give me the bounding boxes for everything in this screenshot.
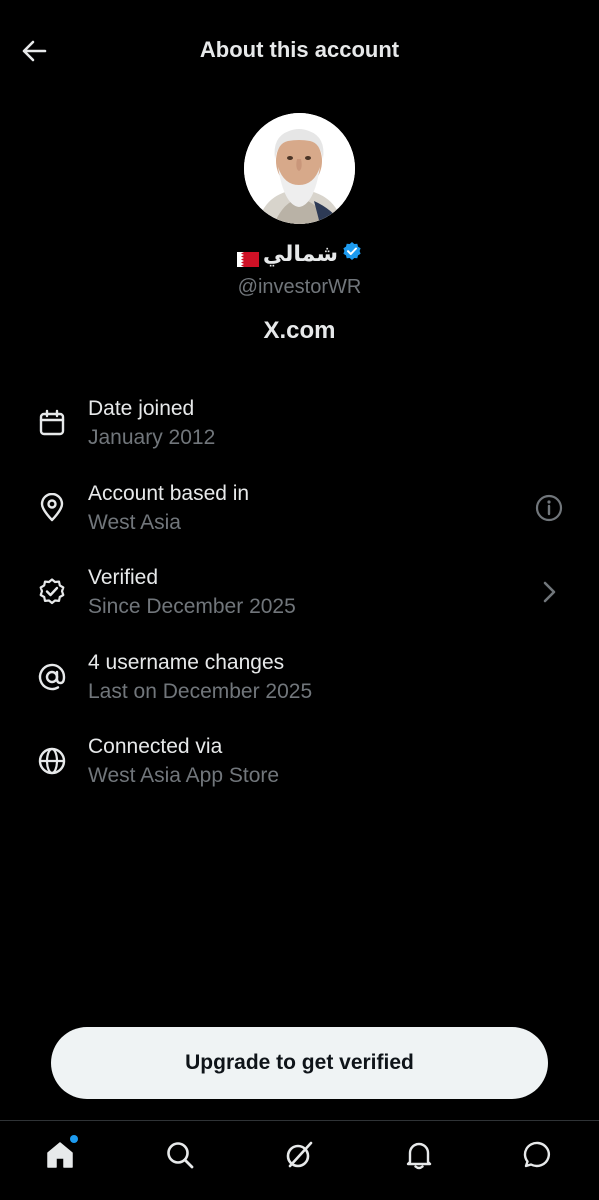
info-value: January 2012 (88, 426, 216, 449)
notification-dot (70, 1135, 78, 1143)
bahrain-flag-icon (236, 247, 259, 267)
avatar-image (244, 113, 355, 224)
info-value: Since December 2025 (88, 595, 296, 618)
info-value: West Asia (88, 511, 181, 534)
info-row-account-based-in: Account based in West Asia (0, 480, 599, 560)
tab-grok[interactable] (279, 1135, 319, 1175)
info-row-date-joined: Date joined January 2012 (0, 395, 599, 475)
domain-label: X.com (263, 317, 336, 344)
header: About this account (0, 0, 599, 104)
verified-check-icon[interactable] (342, 241, 362, 267)
account-handle: @investorWR (237, 276, 362, 298)
info-row-verified[interactable]: Verified Since December 2025 (0, 564, 599, 644)
tab-home[interactable] (40, 1135, 80, 1175)
display-name: شمالي (262, 241, 339, 266)
tab-messages[interactable] (518, 1135, 558, 1175)
info-value: West Asia App Store (88, 764, 280, 787)
info-label: 4 username changes (88, 651, 285, 674)
location-pin-icon (34, 490, 70, 526)
upgrade-to-get-verified-button[interactable]: Upgrade to get verified (51, 1027, 548, 1099)
avatar[interactable] (244, 113, 355, 224)
display-name-row: شمالي (0, 241, 599, 267)
info-row-connected-via: Connected via West Asia App Store (0, 733, 599, 813)
info-value: Last on December 2025 (88, 680, 313, 703)
messages-icon[interactable] (522, 1139, 554, 1171)
info-label: Connected via (88, 735, 223, 758)
bottom-tab-bar (0, 1120, 599, 1200)
calendar-icon (34, 405, 70, 441)
info-label: Date joined (88, 397, 195, 420)
info-icon[interactable] (533, 492, 565, 524)
grok-icon[interactable] (283, 1139, 315, 1171)
page-title: About this account (199, 37, 400, 62)
verified-seal-icon (34, 574, 70, 610)
tab-search[interactable] (160, 1135, 200, 1175)
notifications-bell-icon[interactable] (403, 1139, 435, 1171)
home-icon[interactable] (44, 1139, 76, 1171)
at-sign-icon (34, 659, 70, 695)
info-label: Verified (88, 566, 159, 589)
globe-icon (34, 743, 70, 779)
info-label: Account based in (88, 482, 250, 505)
tab-notifications[interactable] (399, 1135, 439, 1175)
search-icon[interactable] (164, 1139, 196, 1171)
info-row-username-changes: 4 username changes Last on December 2025 (0, 649, 599, 729)
chevron-right-icon[interactable] (533, 576, 565, 608)
